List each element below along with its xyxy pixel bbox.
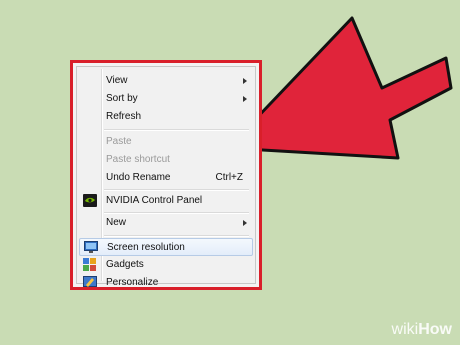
- watermark-wiki: wiki: [391, 321, 419, 338]
- menu-item-refresh[interactable]: Refresh: [79, 108, 253, 126]
- menu-item-label: Screen resolution: [107, 242, 185, 253]
- menu-item-label: NVIDIA Control Panel: [106, 195, 203, 206]
- menu-item-new[interactable]: New: [79, 214, 253, 232]
- menu-item-sort-by[interactable]: Sort by: [79, 90, 253, 108]
- menu-separator: [104, 235, 249, 237]
- menu-item-undo-rename[interactable]: Undo Rename Ctrl+Z: [79, 169, 253, 187]
- menu-item-gadgets[interactable]: Gadgets: [79, 256, 253, 274]
- wikihow-watermark: wikiHow: [392, 321, 452, 339]
- menu-item-label: Undo Rename: [106, 172, 171, 183]
- menu-item-label: Paste shortcut: [106, 154, 170, 165]
- submenu-arrow-icon: [243, 78, 247, 84]
- desktop-context-menu: View Sort by Refresh Paste Paste shortcu…: [76, 66, 256, 288]
- nvidia-icon: [83, 194, 97, 207]
- menu-item-shortcut: Ctrl+Z: [215, 172, 244, 183]
- menu-item-label: New: [106, 217, 127, 228]
- menu-item-label: Personalize: [106, 277, 159, 288]
- menu-separator: [104, 189, 249, 191]
- menu-item-screen-resolution[interactable]: Screen resolution: [79, 238, 253, 256]
- menu-item-label: View: [106, 75, 128, 86]
- menu-item-label: Sort by: [106, 93, 138, 104]
- menu-item-label: Gadgets: [106, 259, 144, 270]
- menu-item-view[interactable]: View: [79, 72, 253, 90]
- menu-item-paste-shortcut[interactable]: Paste shortcut: [79, 151, 253, 169]
- menu-item-label: Refresh: [106, 111, 142, 122]
- menu-item-label: Paste: [106, 136, 132, 147]
- screen-resolution-icon: [84, 241, 98, 253]
- personalize-icon: [83, 276, 97, 287]
- menu-item-personalize[interactable]: Personalize: [79, 274, 253, 292]
- menu-item-nvidia-control-panel[interactable]: NVIDIA Control Panel: [79, 192, 253, 210]
- context-menu-highlight-frame: View Sort by Refresh Paste Paste shortcu…: [70, 60, 262, 290]
- menu-item-paste[interactable]: Paste: [79, 133, 253, 151]
- watermark-how: How: [418, 321, 452, 338]
- menu-separator: [104, 129, 249, 131]
- submenu-arrow-icon: [243, 96, 247, 102]
- submenu-arrow-icon: [243, 220, 247, 226]
- gadgets-icon: [83, 258, 96, 271]
